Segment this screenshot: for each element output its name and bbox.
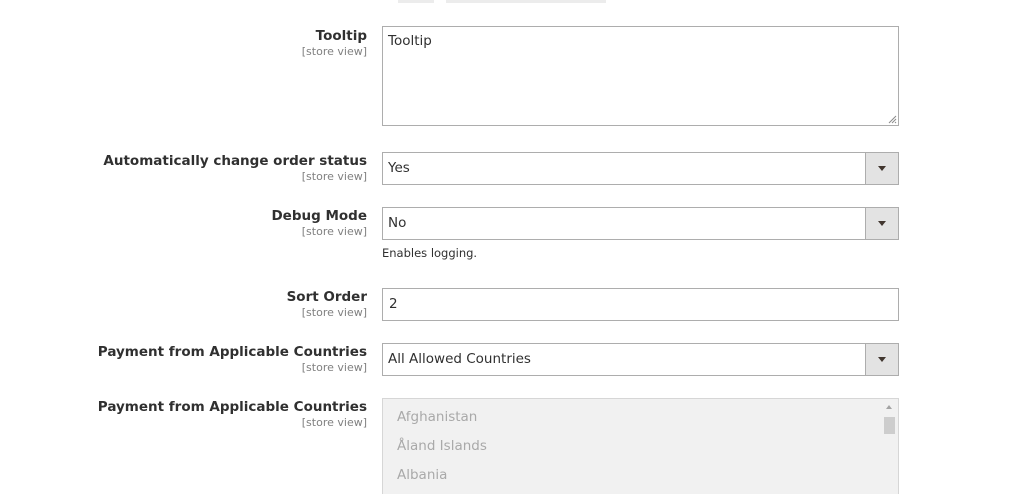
list-item[interactable]: Åland Islands [397, 438, 487, 454]
field-label: Sort Order [286, 289, 367, 305]
scrollbar[interactable] [882, 399, 898, 494]
chevron-down-icon [878, 357, 886, 362]
scope-label: [store view] [301, 306, 367, 319]
tooltip-textarea[interactable]: Tooltip [382, 26, 899, 126]
payment-config-form: Tooltip [store view] Tooltip Automatical… [0, 0, 1024, 494]
dropdown-button[interactable] [865, 208, 898, 239]
field-label: Payment from Applicable Countries [97, 344, 367, 360]
select-value: All Allowed Countries [388, 351, 531, 367]
list-item[interactable]: Albania [397, 467, 447, 483]
sort-order-input[interactable]: 2 [382, 288, 899, 321]
field-label: Tooltip [315, 28, 367, 44]
scope-label: [store view] [301, 170, 367, 183]
cropped-field-fragment [398, 0, 434, 3]
field-label: Automatically change order status [103, 153, 367, 169]
specific-countries-multiselect[interactable]: Afghanistan Åland Islands Albania [382, 398, 899, 494]
dropdown-button[interactable] [865, 153, 898, 184]
specific-countries-label: Payment from Applicable Countries [store… [98, 399, 367, 429]
input-value: 2 [389, 296, 398, 312]
debug-mode-note: Enables logging. [382, 246, 478, 260]
scope-label: [store view] [301, 45, 367, 58]
scope-label: [store view] [301, 361, 367, 374]
auto-status-label: Automatically change order status [store… [103, 153, 367, 183]
chevron-down-icon [878, 221, 886, 226]
list-item[interactable]: Afghanistan [397, 409, 477, 425]
arrow-up-icon[interactable] [886, 405, 892, 409]
field-label: Debug Mode [271, 208, 367, 224]
debug-mode-select[interactable]: No [382, 207, 899, 240]
tooltip-label: Tooltip [store view] [302, 28, 367, 58]
sort-order-label: Sort Order [store view] [287, 289, 367, 319]
tooltip-value: Tooltip [388, 33, 432, 49]
select-value: Yes [388, 160, 410, 176]
select-value: No [388, 215, 407, 231]
scope-label: [store view] [301, 225, 367, 238]
resize-grip-icon[interactable] [887, 114, 897, 124]
applicable-countries-select[interactable]: All Allowed Countries [382, 343, 899, 376]
cropped-field-fragment [446, 0, 606, 3]
chevron-down-icon [878, 166, 886, 171]
scope-label: [store view] [301, 416, 367, 429]
debug-mode-label: Debug Mode [store view] [271, 208, 367, 238]
applicable-countries-label: Payment from Applicable Countries [store… [98, 344, 367, 374]
field-label: Payment from Applicable Countries [97, 399, 367, 415]
scrollbar-thumb[interactable] [884, 417, 895, 434]
dropdown-button[interactable] [865, 344, 898, 375]
auto-status-select[interactable]: Yes [382, 152, 899, 185]
